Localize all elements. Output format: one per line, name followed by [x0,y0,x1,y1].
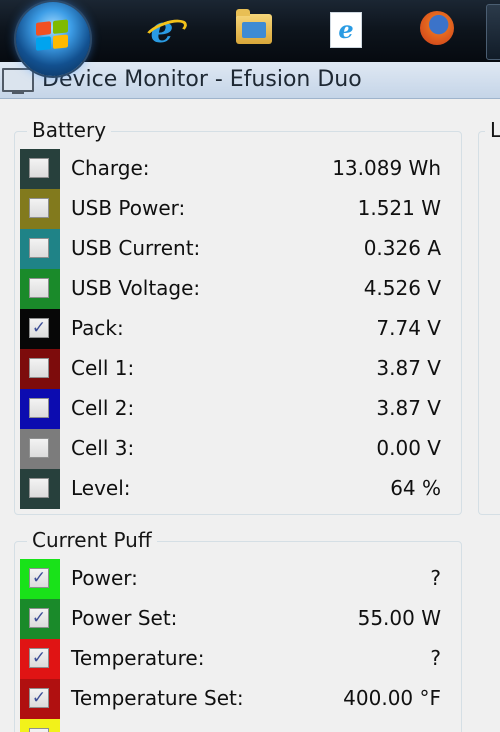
row-value: 0.326 A [363,236,441,260]
current-puff-group-label: Current Puff [27,528,157,552]
taskbar: e e [0,0,500,76]
series-color-swatch[interactable]: ✓ [20,639,60,679]
series-checkbox[interactable]: ✓ [29,318,49,338]
start-button[interactable] [16,2,90,76]
monitor-row: Cell 3: 0.00 V [20,429,456,469]
series-checkbox[interactable] [29,728,49,732]
monitor-row: Cell 1: 3.87 V [20,349,456,389]
row-label: Level: [71,476,131,500]
row-value: 13.089 Wh [332,156,441,180]
row-value: ? [430,646,441,670]
series-color-swatch[interactable] [20,469,60,509]
current-puff-group: Current Puff ✓ Power:? ✓ Power Set: 55.00 W ✓… [14,528,462,732]
row-value: 4.526 V [363,276,441,300]
firefox-icon[interactable] [420,11,454,45]
window-title: Device Monitor - Efusion Duo [42,67,362,92]
series-color-swatch[interactable] [20,349,60,389]
second-column-group-label: L [485,118,500,142]
monitor-row: ✓ Temperature Set: 400.00 °F [20,679,456,719]
series-color-swatch[interactable]: ✓ [20,599,60,639]
series-checkbox[interactable] [29,278,49,298]
row-label: Temperature: [71,646,205,670]
internet-explorer-icon[interactable]: e [142,10,182,50]
row-value: 400.00 °F [343,686,441,710]
series-checkbox[interactable] [29,238,49,258]
monitor-row: ✓ Power:? [20,559,456,599]
monitor-row: Level: 64 % [20,469,456,509]
series-checkbox[interactable] [29,398,49,418]
row-label: Cell 3: [71,436,135,460]
series-checkbox[interactable] [29,438,49,458]
row-label: USB Current: [71,236,201,260]
monitor-row: USB Current: 0.326 A [20,229,456,269]
series-checkbox[interactable]: ✓ [29,568,49,588]
monitor-row: USB Voltage: 4.526 V [20,269,456,309]
series-checkbox[interactable] [29,358,49,378]
battery-group-label: Battery [27,118,112,142]
row-value: 3.87 V [376,356,441,380]
battery-group: Battery Charge: 13.089 Wh USB Power: 1.521 … [14,118,462,515]
monitor-row: Charge: 13.089 Wh [20,149,456,189]
row-value: 0.00 V [376,436,441,460]
row-value: 55.00 W [357,606,441,630]
series-color-swatch[interactable] [20,719,60,732]
row-label: Charge: [71,156,150,180]
series-color-swatch[interactable]: ✓ [20,679,60,719]
row-value: 64 % [390,476,441,500]
series-color-swatch[interactable] [20,149,60,189]
row-value: 3.87 V [376,396,441,420]
windows-logo-icon [36,19,70,53]
series-color-swatch[interactable]: ✓ [20,559,60,599]
series-color-swatch[interactable] [20,429,60,469]
row-label: Power: [71,566,138,590]
monitor-row: ✓ Pack: 7.74 V [20,309,456,349]
row-value: 1.521 W [357,196,441,220]
row-label: USB Voltage: [71,276,201,300]
series-checkbox[interactable]: ✓ [29,608,49,628]
row-label: Temperature Set: [71,686,244,710]
row-label: Cell 2: [71,396,135,420]
monitor-row: ✓ Temperature:? [20,639,456,679]
series-checkbox[interactable]: ✓ [29,688,49,708]
series-color-swatch[interactable]: ✓ [20,309,60,349]
series-color-swatch[interactable] [20,389,60,429]
client-area: Battery Charge: 13.089 Wh USB Power: 1.521 … [0,99,500,732]
row-label: USB Power: [71,196,186,220]
monitor-row: USB Power: 1.521 W [20,189,456,229]
row-label: Pack: [71,316,124,340]
series-checkbox[interactable] [29,478,49,498]
second-column-group: L [478,118,500,515]
monitor-row: ✓ Power Set: 55.00 W [20,599,456,639]
internet-explorer-document-icon[interactable]: e [330,12,362,48]
row-label: Power Set: [71,606,178,630]
monitor-row: Cell 2: 3.87 V [20,389,456,429]
row-value: ? [430,566,441,590]
windows-explorer-icon[interactable] [236,9,272,44]
row-label: Cell 1: [71,356,135,380]
series-checkbox[interactable] [29,158,49,178]
series-color-swatch[interactable] [20,229,60,269]
monitor-row [20,719,456,732]
series-checkbox[interactable]: ✓ [29,648,49,668]
series-color-swatch[interactable] [20,269,60,309]
series-checkbox[interactable] [29,198,49,218]
row-value: 7.74 V [376,316,441,340]
series-color-swatch[interactable] [20,189,60,229]
monitor-icon [2,68,34,94]
taskbar-button-edge[interactable] [486,4,500,60]
